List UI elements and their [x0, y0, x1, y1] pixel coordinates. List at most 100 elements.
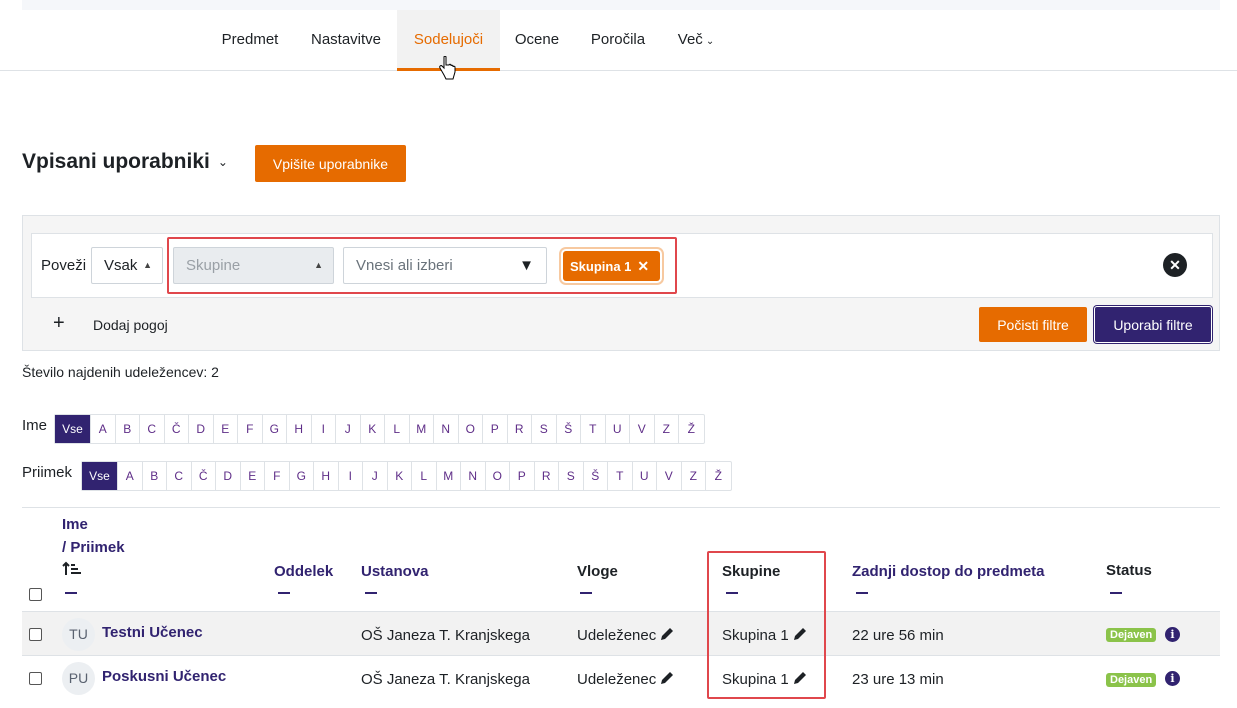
clear-filters-button[interactable]: Počisti filtre: [979, 307, 1087, 342]
match-select[interactable]: Vsak ▲: [91, 247, 163, 284]
match-select-value: Vsak: [104, 257, 138, 274]
collapse-column-icon[interactable]: [65, 592, 77, 594]
tab-label: Več: [677, 31, 703, 48]
collapse-column-icon[interactable]: [365, 592, 377, 594]
collapse-column-icon[interactable]: [856, 592, 868, 594]
initial-all[interactable]: Vse: [82, 462, 118, 490]
initial-letter[interactable]: Č: [165, 415, 189, 443]
initial-letter[interactable]: D: [189, 415, 214, 443]
initial-letter[interactable]: I: [312, 415, 336, 443]
initial-letter[interactable]: H: [287, 415, 312, 443]
initial-letter[interactable]: A: [91, 415, 116, 443]
initial-letter[interactable]: G: [263, 415, 287, 443]
first-name-initials-bar: Vse A B C Č D E F G H I J K L M N O P R S Š T U V Z Ž: [54, 414, 705, 444]
initial-letter[interactable]: T: [608, 462, 633, 490]
initial-letter[interactable]: Z: [655, 415, 679, 443]
tab-nastavitve[interactable]: Nastavitve: [300, 10, 392, 70]
row-checkbox[interactable]: [29, 628, 42, 641]
top-strip: [22, 0, 1220, 10]
column-header-institution[interactable]: Ustanova: [361, 563, 429, 580]
info-icon[interactable]: i: [1165, 627, 1180, 642]
initial-letter[interactable]: V: [657, 462, 682, 490]
initial-letter[interactable]: J: [363, 462, 388, 490]
initial-letter[interactable]: Č: [192, 462, 216, 490]
initial-letter[interactable]: P: [510, 462, 535, 490]
initial-letter[interactable]: H: [314, 462, 339, 490]
initial-letter[interactable]: B: [116, 415, 140, 443]
column-header-last-name[interactable]: / Priimek: [62, 539, 125, 556]
initial-letter[interactable]: O: [459, 415, 483, 443]
initial-letter[interactable]: O: [486, 462, 510, 490]
initial-letter[interactable]: K: [361, 415, 385, 443]
tab-label: Poročila: [590, 31, 646, 48]
tab-ocene[interactable]: Ocene: [506, 10, 568, 70]
initial-letter[interactable]: Š: [557, 415, 581, 443]
institution-cell: OŠ Janeza T. Kranjskega: [361, 671, 530, 688]
initial-letter[interactable]: U: [633, 462, 657, 490]
initial-letter[interactable]: M: [437, 462, 461, 490]
select-all-checkbox[interactable]: [29, 588, 42, 601]
initial-letter[interactable]: L: [385, 415, 410, 443]
highlight-box: [707, 551, 826, 699]
initial-letter[interactable]: R: [535, 462, 559, 490]
sort-ascending-icon[interactable]: [62, 561, 82, 577]
user-name-link[interactable]: Poskusni Učenec: [102, 668, 226, 685]
initial-letter[interactable]: L: [412, 462, 437, 490]
initial-letter[interactable]: K: [388, 462, 412, 490]
initial-letter[interactable]: U: [606, 415, 630, 443]
initial-letter[interactable]: F: [265, 462, 290, 490]
initial-letter[interactable]: E: [214, 415, 238, 443]
page-title[interactable]: Vpisani uporabniki ⌄: [22, 150, 228, 174]
initial-letter[interactable]: E: [241, 462, 265, 490]
tab-vec[interactable]: Več ⌄: [668, 10, 724, 70]
user-name-link[interactable]: Testni Učenec: [102, 624, 203, 641]
initial-all[interactable]: Vse: [55, 415, 91, 443]
pencil-icon[interactable]: [659, 626, 675, 642]
remove-filter-icon[interactable]: ✕: [1163, 253, 1187, 277]
collapse-column-icon[interactable]: [580, 592, 592, 594]
initial-letter[interactable]: Š: [584, 462, 608, 490]
last-name-initial-label: Priimek: [22, 464, 73, 481]
avatar: PU: [62, 662, 95, 695]
initial-letter[interactable]: T: [581, 415, 606, 443]
initial-letter[interactable]: N: [434, 415, 459, 443]
initial-letter[interactable]: Ž: [706, 462, 731, 490]
enrol-users-button[interactable]: Vpišite uporabnike: [255, 145, 406, 182]
hand-cursor-icon: [439, 56, 456, 80]
initial-letter[interactable]: G: [290, 462, 314, 490]
column-header-last-access[interactable]: Zadnji dostop do predmeta: [852, 563, 1045, 580]
participant-count: Število najdenih udeležencev: 2: [22, 364, 219, 380]
initial-letter[interactable]: N: [461, 462, 486, 490]
info-icon[interactable]: i: [1165, 671, 1180, 686]
initial-letter[interactable]: V: [630, 415, 655, 443]
initial-letter[interactable]: Z: [682, 462, 706, 490]
tab-label: Sodelujoči: [413, 31, 484, 48]
tab-porocila[interactable]: Poročila: [582, 10, 654, 70]
initial-letter[interactable]: C: [167, 462, 192, 490]
initial-letter[interactable]: D: [216, 462, 241, 490]
column-header-department[interactable]: Oddelek: [274, 563, 333, 580]
initial-letter[interactable]: S: [559, 462, 584, 490]
column-header-first-name[interactable]: Ime: [62, 516, 88, 533]
initial-letter[interactable]: C: [140, 415, 165, 443]
row-checkbox[interactable]: [29, 672, 42, 685]
initial-letter[interactable]: F: [238, 415, 263, 443]
initial-letter[interactable]: P: [483, 415, 508, 443]
tab-predmet[interactable]: Predmet: [212, 10, 288, 70]
initial-letter[interactable]: A: [118, 462, 143, 490]
add-condition-link[interactable]: Dodaj pogoj: [93, 317, 168, 333]
initial-letter[interactable]: M: [410, 415, 434, 443]
collapse-column-icon[interactable]: [278, 592, 290, 594]
pencil-icon[interactable]: [659, 670, 675, 686]
initial-letter[interactable]: B: [143, 462, 167, 490]
plus-icon[interactable]: +: [53, 312, 65, 335]
initial-letter[interactable]: I: [339, 462, 363, 490]
apply-filters-button[interactable]: Uporabi filtre: [1095, 307, 1211, 342]
collapse-column-icon[interactable]: [1110, 592, 1122, 594]
initial-letter[interactable]: J: [336, 415, 361, 443]
initial-letter[interactable]: R: [508, 415, 532, 443]
initial-letter[interactable]: S: [532, 415, 557, 443]
secondary-navigation: Predmet Nastavitve Sodelujoči Ocene Poro…: [0, 10, 1237, 71]
last-access-cell: 22 ure 56 min: [852, 627, 944, 644]
initial-letter[interactable]: Ž: [679, 415, 704, 443]
